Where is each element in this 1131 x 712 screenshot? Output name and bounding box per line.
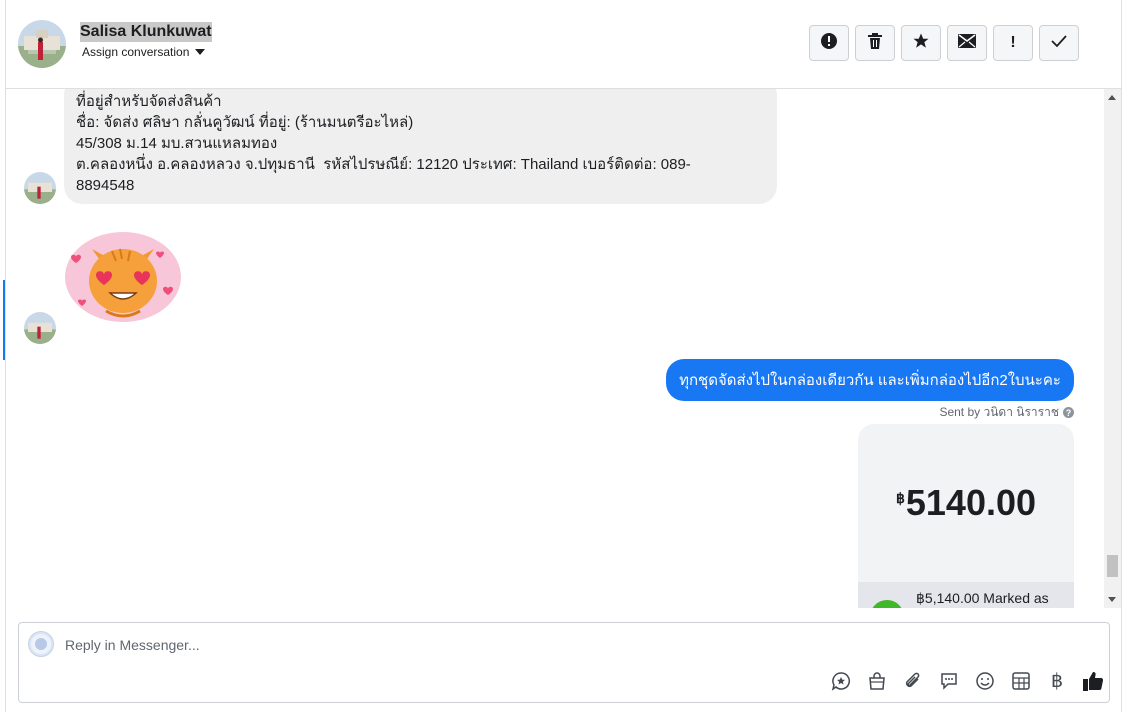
contact-avatar-small [24, 312, 56, 344]
payment-status: ฿5,140.00 Marked as [916, 590, 1049, 606]
like-icon [1082, 670, 1104, 692]
emoji-button[interactable] [967, 669, 1003, 693]
assign-conversation-dropdown[interactable]: Assign conversation [82, 45, 206, 59]
saved-reply-button[interactable] [823, 669, 859, 693]
shop-bag-icon [867, 671, 887, 691]
table-icon [1011, 671, 1031, 691]
paid-status-icon [870, 600, 904, 608]
star-button[interactable] [901, 25, 941, 61]
sent-by-label: Sent by วนิดา นิราราช [939, 405, 1059, 419]
message-line: ชื่อ: จัดส่ง ศลิษา กลั่นคูวัฒน์ ที่อยู่:… [76, 114, 414, 131]
scroll-up-arrow-icon[interactable] [1108, 95, 1116, 100]
request-payment-button[interactable]: ฿ [1039, 669, 1075, 693]
composer-toolbar: ฿ [823, 669, 1111, 693]
envelope-icon [958, 33, 976, 53]
mark-done-button[interactable] [1039, 25, 1079, 61]
mark-spam-button[interactable] [809, 25, 849, 61]
scrollbar-thumb[interactable] [1107, 555, 1118, 577]
right-divider [1121, 0, 1122, 712]
reply-input[interactable] [65, 633, 765, 657]
message-thread[interactable]: ที่อยู่สำหรับจัดส่งสินค้า ชื่อ: จัดส่ง ศ… [6, 89, 1104, 608]
payment-card[interactable]: ฿5140.00 ฿5,140.00 Marked as [858, 424, 1074, 608]
chat-bubbles-icon [939, 671, 959, 691]
alert-icon [820, 32, 838, 55]
contact-name[interactable]: Salisa Klunkuwat [80, 22, 212, 42]
incoming-address-message[interactable]: ที่อยู่สำหรับจัดส่งสินค้า ชื่อ: จัดส่ง ศ… [64, 89, 777, 204]
message-line: 45/308 ม.14 มบ.สวนแหลมทอง [76, 135, 278, 152]
sent-by-info: Sent by วนิดา นิราราช ? [939, 403, 1074, 422]
cat-heart-eyes-sticker[interactable] [62, 229, 184, 325]
assign-label: Assign conversation [82, 45, 190, 59]
page-avatar [28, 631, 54, 657]
payment-status-bar: ฿5,140.00 Marked as [858, 582, 1074, 608]
contact-avatar-small [24, 172, 56, 204]
outgoing-message[interactable]: ทุกชุดจัดส่งไปในกล่องเดียวกัน และเพิ่มกล… [666, 359, 1074, 401]
help-icon[interactable]: ? [1063, 407, 1074, 418]
baht-icon: ฿ [1050, 670, 1064, 692]
thread-scrollbar[interactable] [1104, 89, 1121, 608]
currency-symbol: ฿ [895, 490, 905, 506]
active-message-marker [3, 280, 5, 360]
star-icon [912, 32, 930, 55]
mark-unread-button[interactable] [947, 25, 987, 61]
attach-file-button[interactable] [895, 669, 931, 693]
conversation-header: Salisa Klunkuwat Assign conversation ! [6, 0, 1121, 89]
quick-replies-button[interactable] [931, 669, 967, 693]
check-icon [1051, 34, 1067, 53]
saved-reply-icon [831, 671, 851, 691]
chevron-down-icon [195, 49, 206, 55]
payment-amount: ฿5140.00 [858, 482, 1074, 524]
like-button[interactable] [1075, 669, 1111, 693]
header-actions: ! [809, 25, 1079, 61]
exclamation-icon: ! [1010, 34, 1016, 51]
attachment-icon [903, 671, 923, 691]
scroll-down-arrow-icon[interactable] [1108, 597, 1116, 602]
table-button[interactable] [1003, 669, 1039, 693]
contact-avatar[interactable] [18, 20, 66, 68]
follow-up-button[interactable]: ! [993, 25, 1033, 61]
message-line: 8894548 [76, 177, 135, 194]
shop-button[interactable] [859, 669, 895, 693]
reply-composer: ฿ [18, 622, 1110, 703]
message-line: ต.คลองหนึ่ง อ.คลองหลวง จ.ปทุมธานี รหัสไป… [76, 156, 691, 173]
trash-icon [867, 32, 883, 55]
emoji-icon [975, 671, 995, 691]
message-line: ที่อยู่สำหรับจัดส่งสินค้า [76, 93, 222, 110]
delete-button[interactable] [855, 25, 895, 61]
amount-value: 5140.00 [905, 482, 1037, 523]
